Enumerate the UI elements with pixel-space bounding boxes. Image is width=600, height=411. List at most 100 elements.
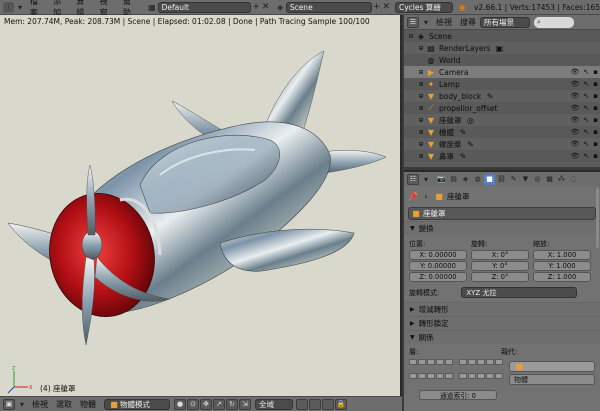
rotation-mode-select[interactable]: XYZ 尤拉 <box>461 287 578 298</box>
outliner-menu-search[interactable]: 搜尋 <box>456 17 480 28</box>
properties-scrollbar[interactable] <box>596 188 599 248</box>
scale-y-field[interactable]: Y: 1.000 <box>533 261 591 271</box>
outliner-row-body-block[interactable]: ⊞ ▼ body_block ✎ 👁 ↖ ▪ <box>404 90 600 102</box>
menu-object[interactable]: 物體 <box>76 399 100 410</box>
outliner-row-canopy[interactable]: ⊞ ▼ 座艙罩 ◎ 👁 ↖ ▪ <box>404 114 600 126</box>
outliner-search-input[interactable]: ⌕ <box>534 16 574 28</box>
render-context-icon[interactable]: 📷 <box>436 174 447 185</box>
data-context-icon[interactable]: ▼ <box>520 174 531 185</box>
translate-manipulator[interactable]: ↗ <box>213 398 225 410</box>
pass-index-field[interactable]: 通道索引: 0 <box>419 390 497 400</box>
visibility-icon[interactable]: 👁 <box>570 92 579 100</box>
editor-type-dropdown-icon[interactable]: ▾ <box>16 399 28 410</box>
particles-context-icon[interactable]: ⁂ <box>556 174 567 185</box>
scale-x-field[interactable]: X: 1.000 <box>533 250 591 260</box>
select-arrow-icon[interactable]: ↖ <box>583 152 589 160</box>
editor-type-dropdown-icon[interactable]: ▾ <box>420 174 432 185</box>
layer-button-3[interactable] <box>322 398 334 410</box>
expand-icon[interactable]: ⊞ <box>416 81 426 88</box>
render-icon[interactable]: ▪ <box>593 152 598 160</box>
select-arrow-icon[interactable]: ↖ <box>583 68 589 76</box>
screen-layout-field[interactable]: Default <box>157 1 252 13</box>
panel-relations-header[interactable]: ▼ 關係 <box>404 330 600 344</box>
pin-icon[interactable]: 📌 <box>408 191 418 201</box>
orientation-select[interactable]: 全域 <box>255 398 293 410</box>
modifiers-context-icon[interactable]: ✎ <box>508 174 519 185</box>
3d-viewport[interactable]: Mem: 207.74M, Peak: 208.73M | Scene | El… <box>0 15 402 396</box>
render-icon[interactable]: ▪ <box>593 128 598 136</box>
outliner[interactable]: ⊟ ◈ Scene ⊞ ▤ RenderLayers ▣ ◍ World ⊞ ▶… <box>404 30 600 167</box>
add-scene-button[interactable]: + <box>372 2 382 13</box>
view3d-editor-icon[interactable]: ▣ <box>3 398 15 410</box>
outliner-editor-icon[interactable]: ☰ <box>407 16 419 28</box>
render-icon[interactable]: ▪ <box>593 80 598 88</box>
collapse-icon[interactable]: ⊟ <box>406 33 416 40</box>
scene-context-icon[interactable]: ◈ <box>460 174 471 185</box>
render-icon[interactable]: ▪ <box>593 104 598 112</box>
render-icon[interactable]: ▪ <box>593 140 598 148</box>
visibility-icon[interactable]: 👁 <box>570 152 579 160</box>
visibility-icon[interactable]: 👁 <box>570 104 579 112</box>
rotation-x-field[interactable]: X: 0° <box>471 250 529 260</box>
visibility-icon[interactable]: 👁 <box>570 140 579 148</box>
display-mode-select[interactable]: 所有場景 <box>480 16 530 28</box>
layer-button-2[interactable] <box>309 398 321 410</box>
material-context-icon[interactable]: ◎ <box>532 174 543 185</box>
pivot-select[interactable]: ⊙ <box>187 398 199 410</box>
location-y-field[interactable]: Y: 0.00000 <box>409 261 467 271</box>
texture-context-icon[interactable]: ▦ <box>544 174 555 185</box>
mode-select[interactable]: ■ 物體模式 <box>104 398 170 410</box>
panel-delta-header[interactable]: ▶ 增減轉形 <box>404 302 600 316</box>
outliner-row-nose[interactable]: ⊞ ▼ 鼻罩 ✎ 👁 ↖ ▪ <box>404 150 600 162</box>
render-icon[interactable]: ▪ <box>593 68 598 76</box>
outliner-menu-view[interactable]: 檢視 <box>432 17 456 28</box>
scale-manipulator[interactable]: ⇲ <box>239 398 251 410</box>
world-context-icon[interactable]: ◍ <box>472 174 483 185</box>
shading-select[interactable]: ● <box>174 398 186 410</box>
visibility-icon[interactable]: 👁 <box>570 116 579 124</box>
object-context-icon[interactable]: ■ <box>484 173 495 185</box>
render-icon[interactable]: ▪ <box>593 116 598 124</box>
outliner-row-scene[interactable]: ⊟ ◈ Scene <box>404 30 600 42</box>
parent-object-field[interactable]: ■ <box>509 361 595 372</box>
select-arrow-icon[interactable]: ↖ <box>583 116 589 124</box>
panel-locks-header[interactable]: ▶ 轉形鎖定 <box>404 316 600 330</box>
expand-icon[interactable]: ⊞ <box>416 141 426 148</box>
parent-type-select[interactable]: 物體 <box>509 374 595 385</box>
menu-select[interactable]: 選取 <box>52 399 76 410</box>
object-name-field[interactable]: ■ 座艙罩 <box>408 207 596 220</box>
select-arrow-icon[interactable]: ↖ <box>583 104 589 112</box>
outliner-row-body[interactable]: ⊞ ▼ 機體 ✎ 👁 ↖ ▪ <box>404 126 600 138</box>
renderlayer-context-icon[interactable]: ▤ <box>448 174 459 185</box>
rotation-y-field[interactable]: Y: 0° <box>471 261 529 271</box>
visibility-icon[interactable]: 👁 <box>570 128 579 136</box>
expand-icon[interactable]: ⊞ <box>416 129 426 136</box>
select-arrow-icon[interactable]: ↖ <box>583 128 589 136</box>
layer-grid-right[interactable] <box>459 359 503 385</box>
layer-grid-left[interactable] <box>409 359 453 385</box>
expand-icon[interactable]: ⊞ <box>416 45 426 52</box>
constraints-context-icon[interactable]: ⛓ <box>496 174 507 185</box>
manipulator-toggle[interactable]: ✥ <box>200 398 212 410</box>
outliner-row-world[interactable]: ◍ World <box>404 54 600 66</box>
select-arrow-icon[interactable]: ↖ <box>583 92 589 100</box>
add-screen-button[interactable]: + <box>251 2 261 13</box>
render-icon[interactable]: ▪ <box>593 92 598 100</box>
visibility-icon[interactable]: 👁 <box>570 80 579 88</box>
select-arrow-icon[interactable]: ↖ <box>583 80 589 88</box>
outliner-row-propeller[interactable]: ⊞ ▼ 螺旋槳 ✎ 👁 ↖ ▪ <box>404 138 600 150</box>
remove-scene-button[interactable]: ✕ <box>381 2 391 13</box>
physics-context-icon[interactable]: ◌ <box>568 174 579 185</box>
render-engine-select[interactable]: Cycles 算繪 <box>395 1 453 13</box>
select-arrow-icon[interactable]: ↖ <box>583 140 589 148</box>
expand-icon[interactable]: ⊞ <box>416 105 426 112</box>
properties-editor-icon[interactable]: ☷ <box>407 173 419 185</box>
outliner-row-camera[interactable]: ⊞ ▶ Camera 👁 ↖ ▪ <box>404 66 600 78</box>
lock-icon[interactable]: 🔒 <box>335 398 347 410</box>
panel-transform-header[interactable]: ▼ 變換 <box>404 221 600 235</box>
expand-icon[interactable]: ⊞ <box>416 117 426 124</box>
info-editor-icon[interactable]: ⓘ <box>3 1 15 13</box>
scene-icon[interactable]: ◈ <box>274 2 285 13</box>
location-z-field[interactable]: Z: 0.00000 <box>409 272 467 282</box>
expand-icon[interactable]: ⊞ <box>416 69 426 76</box>
